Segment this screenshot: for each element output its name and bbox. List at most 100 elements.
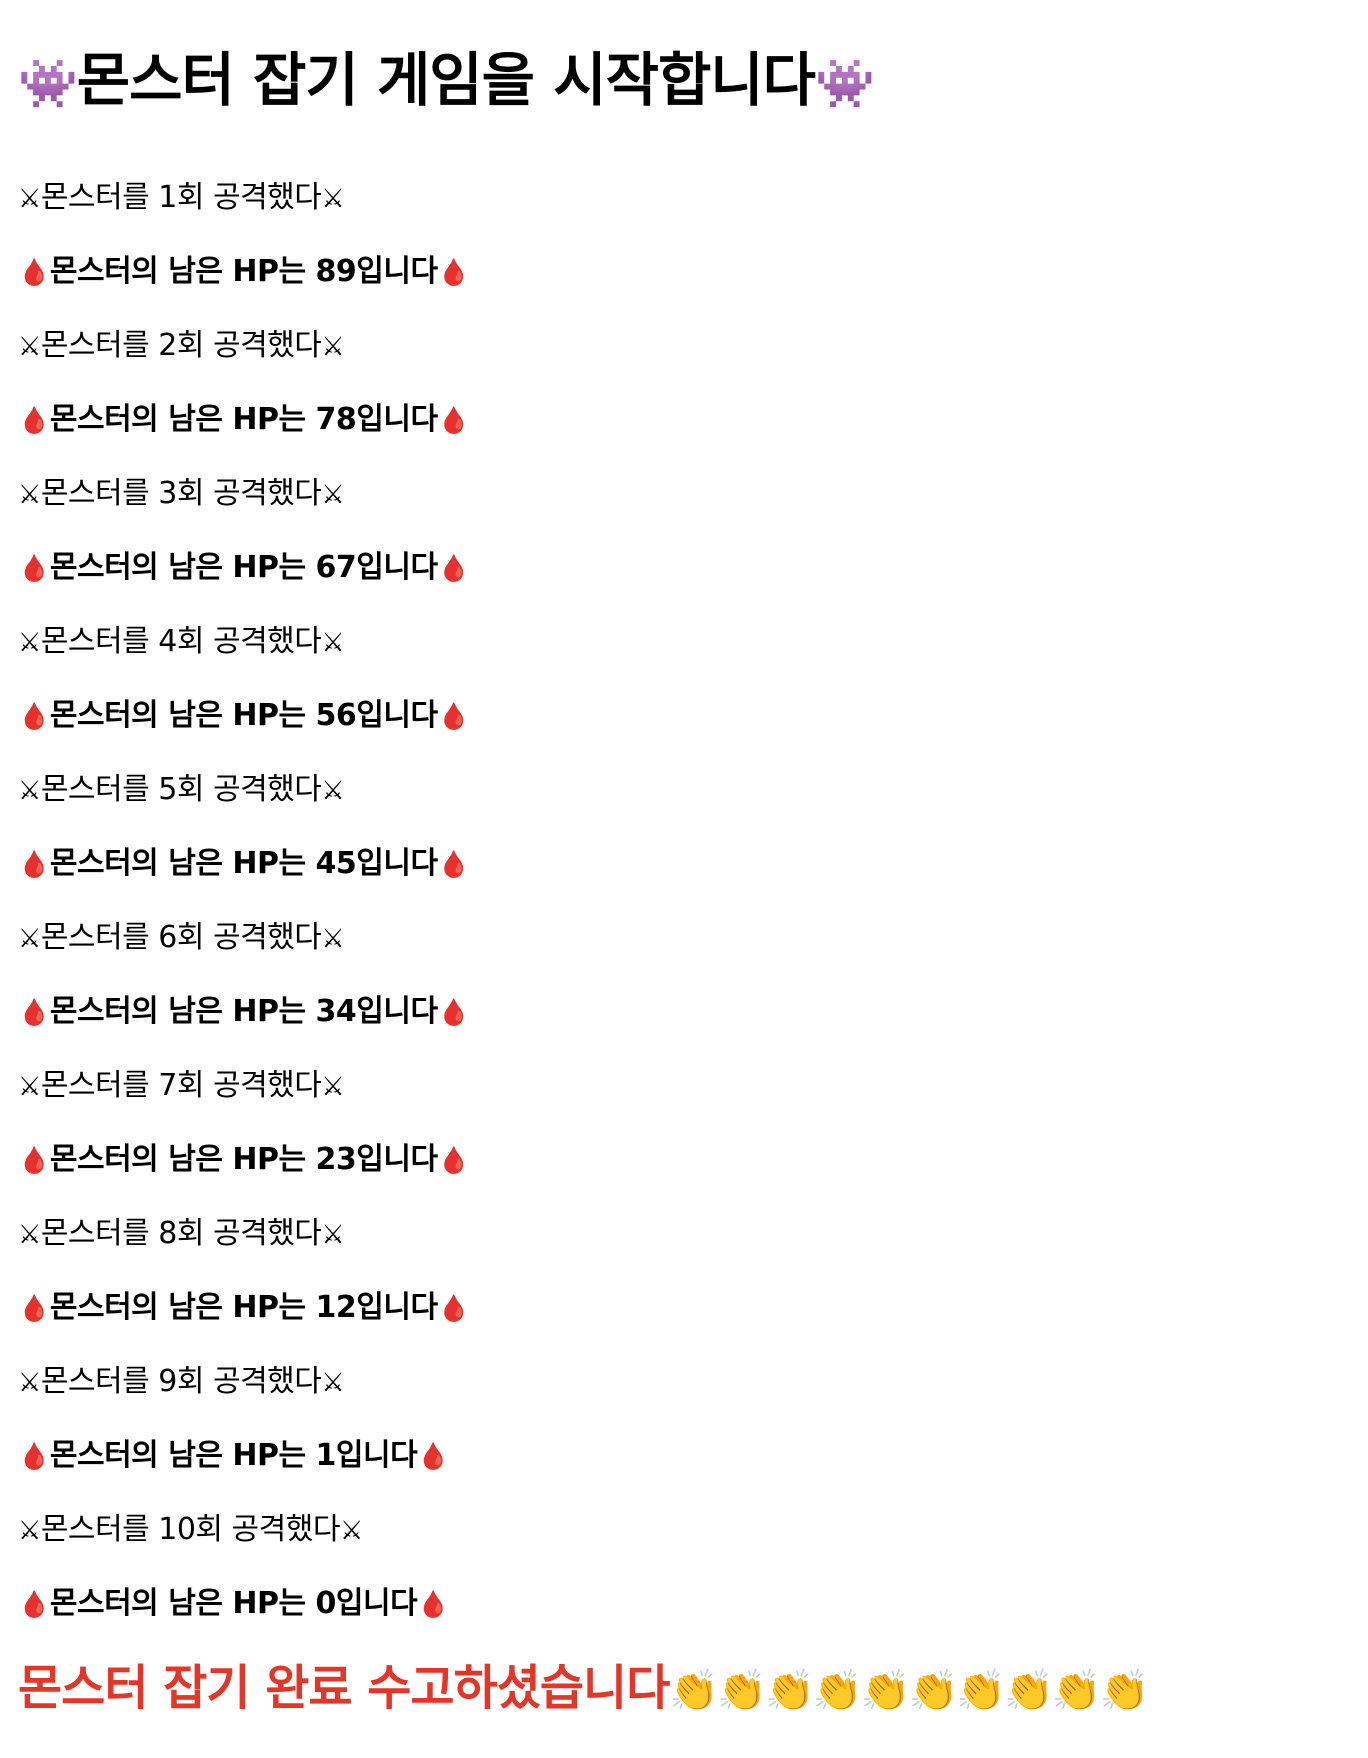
- attack-line: ⚔몬스터를 7회 공격했다⚔: [18, 1066, 345, 1106]
- clapping-hands-icon: 👏: [1051, 1668, 1102, 1714]
- space-invader-icon: 👾: [815, 55, 875, 112]
- drop-of-blood-icon: 🩸: [18, 257, 50, 288]
- space-invader-icon: 👾: [18, 55, 78, 112]
- attack-line: ⚔몬스터를 10회 공격했다⚔: [18, 1510, 363, 1550]
- hp-line: 🩸몬스터의 남은 HP는 34입니다🩸: [18, 992, 470, 1032]
- drop-of-blood-icon: 🩸: [18, 1145, 50, 1176]
- crossed-swords-icon: ⚔: [18, 1515, 41, 1546]
- attack-line: ⚔몬스터를 9회 공격했다⚔: [18, 1362, 345, 1402]
- crossed-swords-icon: ⚔: [321, 1219, 345, 1250]
- crossed-swords-icon: ⚔: [18, 1367, 41, 1398]
- attack-text: 몬스터를 10회 공격했다: [40, 1512, 341, 1547]
- clapping-hands-icon: 👏: [1004, 1668, 1054, 1714]
- completion-message: 몬스터 잡기 완료 수고하셨습니다👏👏👏👏👏👏👏👏👏👏: [18, 1658, 1150, 1718]
- drop-of-blood-icon: 🩸: [417, 1589, 450, 1620]
- hp-line: 🩸몬스터의 남은 HP는 45입니다🩸: [18, 844, 470, 884]
- drop-of-blood-icon: 🩸: [18, 701, 50, 732]
- attack-line: ⚔몬스터를 8회 공격했다⚔: [18, 1214, 345, 1254]
- crossed-swords-icon: ⚔: [321, 479, 345, 510]
- hp-text: 몬스터의 남은 HP는 23입니다: [49, 1142, 438, 1177]
- hp-text: 몬스터의 남은 HP는 67입니다: [49, 550, 438, 585]
- clapping-hands-icon: 👏: [669, 1668, 719, 1714]
- clapping-hands-icon: 👏: [956, 1668, 1006, 1714]
- clapping-hands-icon: 👏: [860, 1668, 911, 1714]
- attack-line: ⚔몬스터를 4회 공격했다⚔: [18, 622, 345, 662]
- hp-line: 🩸몬스터의 남은 HP는 12입니다🩸: [18, 1288, 470, 1328]
- log-entry: ⚔몬스터를 3회 공격했다⚔ 🩸몬스터의 남은 HP는 67입니다🩸: [18, 474, 1350, 622]
- drop-of-blood-icon: 🩸: [437, 257, 470, 288]
- attack-line: ⚔몬스터를 6회 공격했다⚔: [18, 918, 345, 958]
- hp-text: 몬스터의 남은 HP는 12입니다: [49, 1290, 438, 1325]
- crossed-swords-icon: ⚔: [321, 923, 345, 954]
- crossed-swords-icon: ⚔: [321, 1367, 345, 1398]
- log-entry: ⚔몬스터를 8회 공격했다⚔ 🩸몬스터의 남은 HP는 12입니다🩸: [18, 1214, 1350, 1362]
- attack-text: 몬스터를 9회 공격했다: [40, 1364, 322, 1399]
- page-title-text: 몬스터 잡기 게임을 시작합니다: [76, 46, 816, 114]
- attack-line: ⚔몬스터를 1회 공격했다⚔: [18, 178, 345, 218]
- drop-of-blood-icon: 🩸: [18, 849, 50, 880]
- drop-of-blood-icon: 🩸: [437, 701, 470, 732]
- attack-text: 몬스터를 2회 공격했다: [40, 328, 322, 363]
- attack-text: 몬스터를 4회 공격했다: [40, 624, 322, 659]
- drop-of-blood-icon: 🩸: [437, 1293, 470, 1324]
- drop-of-blood-icon: 🩸: [18, 553, 50, 584]
- log-entry: ⚔몬스터를 7회 공격했다⚔ 🩸몬스터의 남은 HP는 23입니다🩸: [18, 1066, 1350, 1214]
- crossed-swords-icon: ⚔: [321, 331, 345, 362]
- clapping-hands-icon: 👏: [765, 1668, 815, 1714]
- drop-of-blood-icon: 🩸: [437, 997, 470, 1028]
- crossed-swords-icon: ⚔: [18, 331, 41, 362]
- log-entry: ⚔몬스터를 1회 공격했다⚔ 🩸몬스터의 남은 HP는 89입니다🩸: [18, 178, 1350, 326]
- hp-text: 몬스터의 남은 HP는 34입니다: [49, 994, 438, 1029]
- drop-of-blood-icon: 🩸: [18, 997, 50, 1028]
- attack-text: 몬스터를 7회 공격했다: [40, 1068, 322, 1103]
- hp-line: 🩸몬스터의 남은 HP는 67입니다🩸: [18, 548, 470, 588]
- hp-text: 몬스터의 남은 HP는 78입니다: [49, 402, 438, 437]
- crossed-swords-icon: ⚔: [321, 1071, 345, 1102]
- attack-text: 몬스터를 5회 공격했다: [40, 772, 322, 807]
- drop-of-blood-icon: 🩸: [417, 1441, 450, 1472]
- hp-text: 몬스터의 남은 HP는 0입니다: [49, 1586, 418, 1621]
- crossed-swords-icon: ⚔: [18, 183, 41, 214]
- drop-of-blood-icon: 🩸: [437, 405, 470, 436]
- drop-of-blood-icon: 🩸: [437, 849, 470, 880]
- hp-line: 🩸몬스터의 남은 HP는 56입니다🩸: [18, 696, 470, 736]
- attack-line: ⚔몬스터를 3회 공격했다⚔: [18, 474, 345, 514]
- page: 👾몬스터 잡기 게임을 시작합니다👾 ⚔몬스터를 1회 공격했다⚔ 🩸몬스터의 남…: [0, 0, 1368, 1658]
- attack-text: 몬스터를 6회 공격했다: [40, 920, 322, 955]
- clapping-hands-icon: 👏: [908, 1668, 958, 1714]
- clapping-hands-icon: 👏: [717, 1668, 767, 1714]
- crossed-swords-icon: ⚔: [339, 1515, 363, 1546]
- crossed-swords-icon: ⚔: [321, 775, 345, 806]
- crossed-swords-icon: ⚔: [321, 183, 345, 214]
- hp-text: 몬스터의 남은 HP는 1입니다: [49, 1438, 418, 1473]
- log-entry: ⚔몬스터를 2회 공격했다⚔ 🩸몬스터의 남은 HP는 78입니다🩸: [18, 326, 1350, 474]
- completion-text: 몬스터 잡기 완료 수고하셨습니다: [18, 1660, 670, 1716]
- hp-line: 🩸몬스터의 남은 HP는 78입니다🩸: [18, 400, 470, 440]
- drop-of-blood-icon: 🩸: [437, 553, 470, 584]
- hp-text: 몬스터의 남은 HP는 56입니다: [49, 698, 438, 733]
- crossed-swords-icon: ⚔: [18, 1219, 41, 1250]
- log-entry: ⚔몬스터를 10회 공격했다⚔ 🩸몬스터의 남은 HP는 0입니다🩸: [18, 1510, 1350, 1658]
- log-entry: ⚔몬스터를 4회 공격했다⚔ 🩸몬스터의 남은 HP는 56입니다🩸: [18, 622, 1350, 770]
- hp-line: 🩸몬스터의 남은 HP는 1입니다🩸: [18, 1436, 450, 1476]
- crossed-swords-icon: ⚔: [321, 627, 345, 658]
- crossed-swords-icon: ⚔: [18, 479, 41, 510]
- clapping-hands-icon: 👏: [812, 1668, 863, 1714]
- hp-line: 🩸몬스터의 남은 HP는 0입니다🩸: [18, 1584, 450, 1624]
- hp-line: 🩸몬스터의 남은 HP는 23입니다🩸: [18, 1140, 470, 1180]
- attack-text: 몬스터를 8회 공격했다: [40, 1216, 322, 1251]
- clapping-hands-icon: 👏: [1099, 1668, 1150, 1714]
- drop-of-blood-icon: 🩸: [18, 405, 50, 436]
- log-entry: ⚔몬스터를 9회 공격했다⚔ 🩸몬스터의 남은 HP는 1입니다🩸: [18, 1362, 1350, 1510]
- crossed-swords-icon: ⚔: [18, 923, 41, 954]
- attack-text: 몬스터를 3회 공격했다: [40, 476, 322, 511]
- attack-log: ⚔몬스터를 1회 공격했다⚔ 🩸몬스터의 남은 HP는 89입니다🩸 ⚔몬스터를 2…: [18, 178, 1350, 1658]
- attack-line: ⚔몬스터를 5회 공격했다⚔: [18, 770, 345, 810]
- drop-of-blood-icon: 🩸: [18, 1589, 50, 1620]
- attack-line: ⚔몬스터를 2회 공격했다⚔: [18, 326, 345, 366]
- drop-of-blood-icon: 🩸: [18, 1441, 50, 1472]
- hp-text: 몬스터의 남은 HP는 45입니다: [49, 846, 438, 881]
- hp-text: 몬스터의 남은 HP는 89입니다: [49, 254, 438, 289]
- crossed-swords-icon: ⚔: [18, 775, 41, 806]
- attack-text: 몬스터를 1회 공격했다: [40, 180, 322, 215]
